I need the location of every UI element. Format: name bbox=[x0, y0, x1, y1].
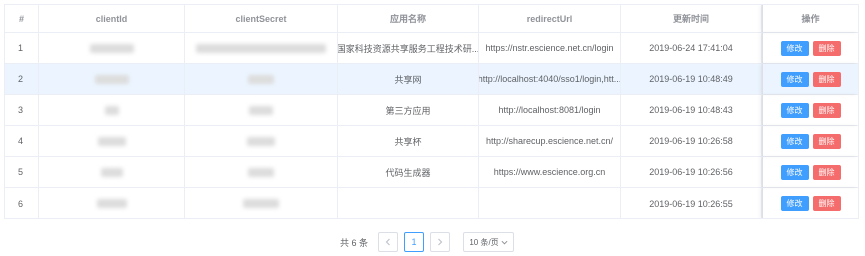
client-id-redacted bbox=[39, 64, 185, 94]
updated-time: 2019-06-19 10:26:56 bbox=[621, 157, 762, 187]
redirect-url: https://nstr.escience.net.cn/login bbox=[479, 33, 621, 63]
pagination-total: 共 6 条 bbox=[340, 238, 369, 248]
page-size-label: 10 条/页 bbox=[469, 237, 499, 247]
chevron-right-icon bbox=[438, 238, 443, 246]
page-size-select[interactable]: 10 条/页 bbox=[463, 232, 514, 252]
row-index: 5 bbox=[5, 157, 39, 187]
row-index: 4 bbox=[5, 126, 39, 156]
row-index: 1 bbox=[5, 33, 39, 63]
row-actions: 修改 删除 bbox=[762, 126, 858, 156]
updated-time: 2019-06-19 10:48:43 bbox=[621, 95, 762, 125]
header-updated-time: 更新时间 bbox=[621, 5, 762, 32]
header-index: # bbox=[5, 5, 39, 32]
chevron-left-icon bbox=[385, 238, 390, 246]
app-name: 共享杯 bbox=[338, 126, 479, 156]
edit-button[interactable]: 修改 bbox=[780, 102, 809, 118]
client-secret-redacted bbox=[185, 157, 338, 187]
client-id-redacted bbox=[39, 188, 185, 218]
app-name: 代码生成器 bbox=[338, 157, 479, 187]
header-app-name: 应用名称 bbox=[338, 5, 479, 32]
updated-time: 2019-06-19 10:26:55 bbox=[621, 188, 762, 218]
chevron-down-icon bbox=[501, 240, 508, 245]
app-name: 第三方应用 bbox=[338, 95, 479, 125]
app-name bbox=[338, 188, 479, 218]
edit-button[interactable]: 修改 bbox=[780, 71, 809, 87]
client-table: # clientId clientSecret 应用名称 redirectUrl… bbox=[4, 4, 859, 219]
app-name: 共享网 bbox=[338, 64, 479, 94]
table-row: 2 共享网 http://localhost:4040/sso1/login,h… bbox=[5, 64, 858, 95]
row-index: 2 bbox=[5, 64, 39, 94]
row-index: 6 bbox=[5, 188, 39, 218]
edit-button[interactable]: 修改 bbox=[780, 40, 809, 56]
edit-button[interactable]: 修改 bbox=[780, 164, 809, 180]
row-actions: 修改 删除 bbox=[762, 95, 858, 125]
row-index: 3 bbox=[5, 95, 39, 125]
row-actions: 修改 删除 bbox=[762, 33, 858, 63]
client-id-redacted bbox=[39, 126, 185, 156]
header-actions: 操作 bbox=[762, 5, 858, 32]
redirect-url bbox=[479, 188, 621, 218]
updated-time: 2019-06-19 10:48:49 bbox=[621, 64, 762, 94]
header-client-secret: clientSecret bbox=[185, 5, 338, 32]
row-actions: 修改 删除 bbox=[762, 157, 858, 187]
table-header: # clientId clientSecret 应用名称 redirectUrl… bbox=[5, 5, 858, 33]
table-row: 5 代码生成器 https://www.escience.org.cn 2019… bbox=[5, 157, 858, 188]
client-secret-redacted bbox=[185, 126, 338, 156]
client-id-redacted bbox=[39, 95, 185, 125]
table-row: 1 国家科技资源共享服务工程技术研... https://nstr.escien… bbox=[5, 33, 858, 64]
redirect-url: http://localhost:8081/login bbox=[479, 95, 621, 125]
next-page-button[interactable] bbox=[430, 232, 450, 252]
updated-time: 2019-06-24 17:41:04 bbox=[621, 33, 762, 63]
redirect-url: http://sharecup.escience.net.cn/ bbox=[479, 126, 621, 156]
delete-button[interactable]: 删除 bbox=[812, 102, 841, 118]
client-secret-redacted bbox=[185, 188, 338, 218]
table-row: 6 2019-06-19 10:26:55 修改 删除 bbox=[5, 188, 858, 218]
row-actions: 修改 删除 bbox=[762, 188, 858, 218]
client-id-redacted bbox=[39, 157, 185, 187]
table-row: 3 第三方应用 http://localhost:8081/login 2019… bbox=[5, 95, 858, 126]
prev-page-button[interactable] bbox=[378, 232, 398, 252]
delete-button[interactable]: 删除 bbox=[812, 40, 841, 56]
edit-button[interactable]: 修改 bbox=[780, 196, 809, 211]
header-redirect-url: redirectUrl bbox=[479, 5, 621, 32]
row-actions: 修改 删除 bbox=[762, 64, 858, 94]
redirect-url: https://www.escience.org.cn bbox=[479, 157, 621, 187]
delete-button[interactable]: 删除 bbox=[812, 133, 841, 149]
client-secret-redacted bbox=[185, 95, 338, 125]
app-name: 国家科技资源共享服务工程技术研... bbox=[338, 33, 479, 63]
client-id-redacted bbox=[39, 33, 185, 63]
pagination: 共 6 条 1 10 条/页 bbox=[0, 232, 865, 252]
client-secret-redacted bbox=[185, 64, 338, 94]
header-client-id: clientId bbox=[39, 5, 185, 32]
redirect-url: http://localhost:4040/sso1/login,htt... bbox=[479, 64, 621, 94]
delete-button[interactable]: 删除 bbox=[812, 196, 841, 211]
edit-button[interactable]: 修改 bbox=[780, 133, 809, 149]
delete-button[interactable]: 删除 bbox=[812, 71, 841, 87]
client-secret-redacted bbox=[185, 33, 338, 63]
delete-button[interactable]: 删除 bbox=[812, 164, 841, 180]
table-row: 4 共享杯 http://sharecup.escience.net.cn/ 2… bbox=[5, 126, 858, 157]
page-number-button[interactable]: 1 bbox=[404, 232, 424, 252]
updated-time: 2019-06-19 10:26:58 bbox=[621, 126, 762, 156]
